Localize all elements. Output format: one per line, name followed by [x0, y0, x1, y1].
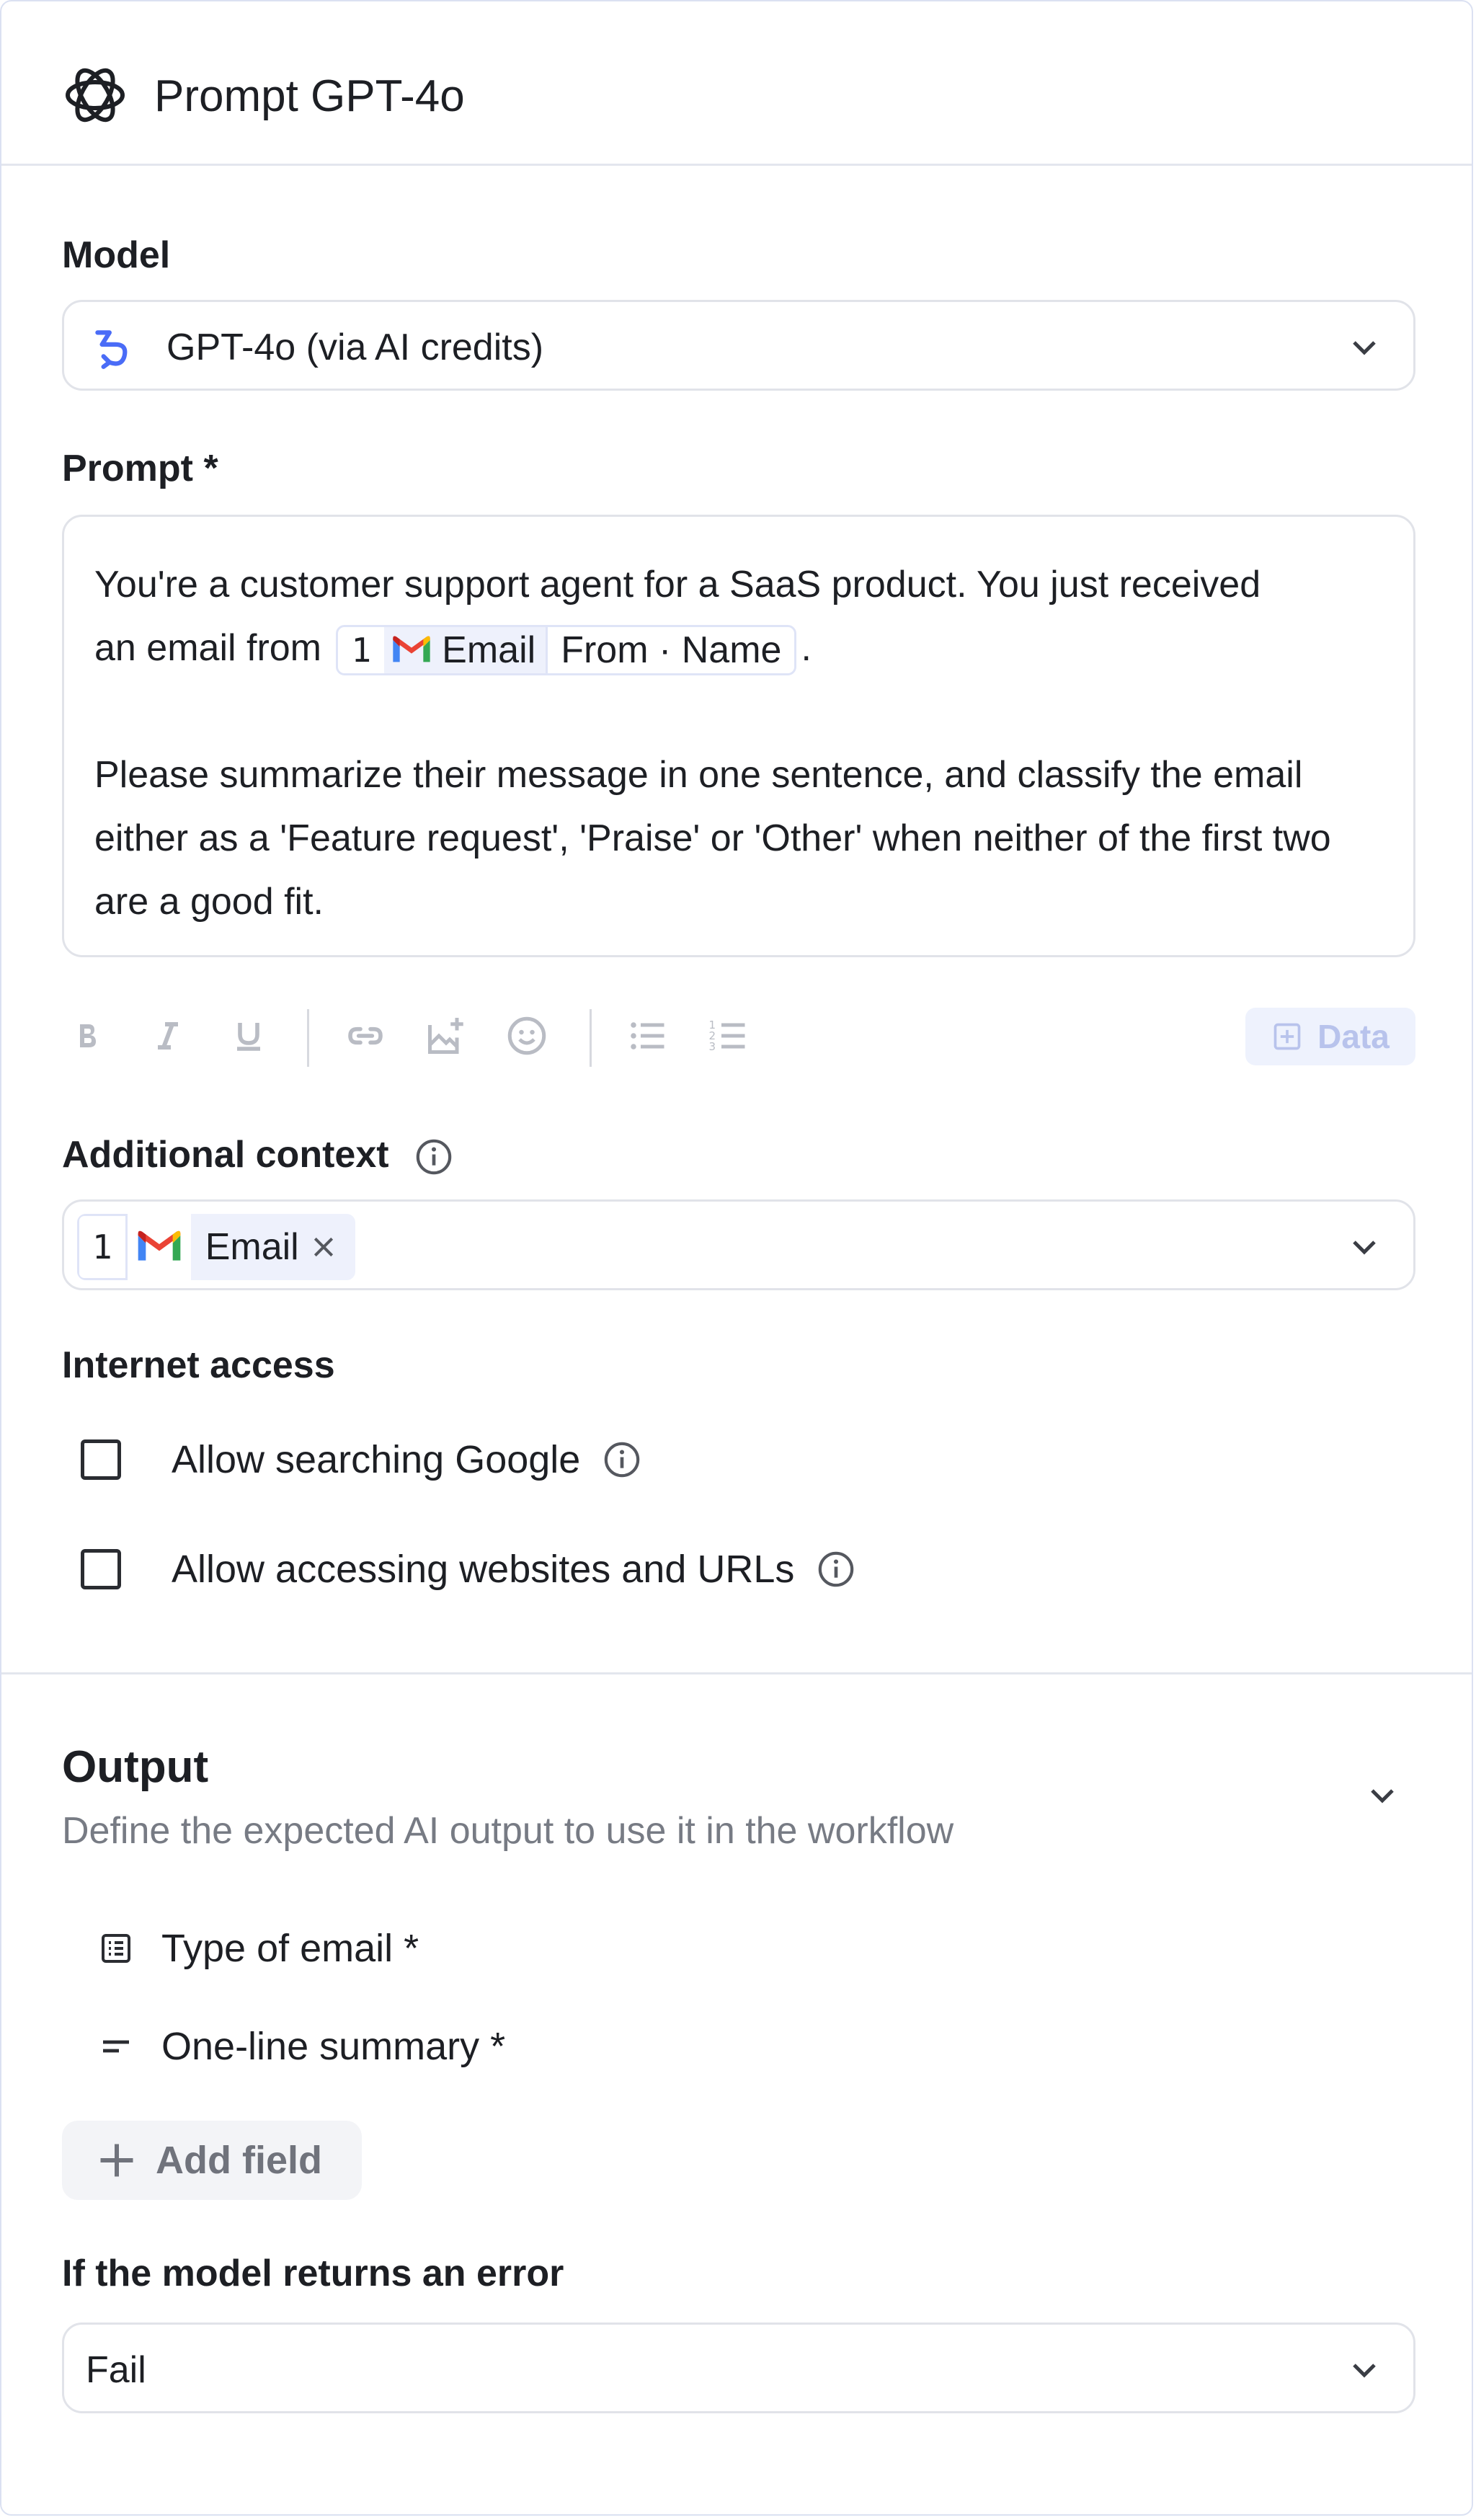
additional-context-text: Additional context: [62, 1134, 389, 1176]
add-field-button[interactable]: Add field: [62, 2121, 362, 2200]
prompt-line-2: an email from: [94, 627, 321, 669]
output-field-row[interactable]: One-line summary *: [98, 2021, 505, 2072]
italic-icon[interactable]: [143, 1011, 193, 1061]
section-divider: [1, 1672, 1472, 1674]
model-select[interactable]: GPT-4o (via AI credits): [62, 300, 1415, 391]
bold-icon[interactable]: [62, 1011, 112, 1061]
close-icon[interactable]: [309, 1233, 338, 1261]
plus-icon: [100, 2144, 133, 2177]
model-provider-icon: [95, 330, 128, 369]
prompt-text[interactable]: You're a customer support agent for a Sa…: [94, 553, 1392, 933]
info-icon[interactable]: [414, 1137, 454, 1177]
output-field-row[interactable]: Type of email *: [98, 1923, 419, 1974]
link-icon[interactable]: [340, 1011, 391, 1061]
prompt-label: Prompt *: [62, 448, 218, 489]
chip-app: Email: [205, 1226, 299, 1268]
chevron-down-icon: [1353, 1241, 1376, 1255]
toolbar-divider: [307, 1009, 309, 1067]
variable-chip[interactable]: 1 Email From · Name: [336, 625, 797, 676]
additional-context-label: Additional context: [62, 1133, 454, 1177]
numbered-list-icon[interactable]: 123: [703, 1011, 754, 1061]
underline-icon[interactable]: [223, 1011, 274, 1061]
google-search-option[interactable]: Allow searching Google: [81, 1434, 642, 1485]
toolbar-divider: [590, 1009, 592, 1067]
output-subtitle: Define the expected AI output to use it …: [62, 1810, 954, 1852]
output-title: Output: [62, 1742, 209, 1792]
website-access-checkbox[interactable]: [81, 1549, 121, 1589]
add-field-label: Add field: [156, 2139, 322, 2182]
chip-app: Email: [442, 629, 536, 672]
info-icon[interactable]: [816, 1549, 856, 1589]
context-chip[interactable]: 1 Email: [77, 1214, 355, 1280]
prompt-line-1: You're a customer support agent for a Sa…: [94, 564, 1261, 605]
prompt-period: .: [801, 627, 812, 669]
prompt-paragraph-2: Please summarize their message in one se…: [94, 754, 1331, 923]
gmail-icon: [127, 1214, 191, 1280]
short-text-icon: [98, 2028, 134, 2064]
emoji-icon[interactable]: [502, 1011, 552, 1061]
model-label: Model: [62, 234, 171, 276]
svg-text:3: 3: [709, 1040, 716, 1053]
additional-context-select[interactable]: 1 Email: [62, 1199, 1415, 1290]
error-behavior-value: Fail: [86, 2349, 146, 2391]
output-field-label: One-line summary *: [161, 2025, 506, 2068]
bullet-list-icon[interactable]: [623, 1011, 673, 1061]
chevron-down-icon: [1353, 2364, 1376, 2378]
list-box-icon: [98, 1930, 134, 1966]
chip-step: 1: [77, 1214, 128, 1280]
error-label: If the model returns an error: [62, 2253, 564, 2294]
model-value: GPT-4o (via AI credits): [166, 327, 544, 368]
website-access-option[interactable]: Allow accessing websites and URLs: [81, 1544, 856, 1594]
panel-header: Prompt GPT-4o: [1, 1, 1472, 166]
google-search-checkbox[interactable]: [81, 1439, 121, 1480]
website-access-label: Allow accessing websites and URLs: [172, 1548, 795, 1591]
output-field-label: Type of email *: [161, 1927, 419, 1970]
data-button-label: Data: [1317, 1018, 1390, 1055]
chevron-down-icon[interactable]: [1365, 1778, 1400, 1812]
insert-data-button[interactable]: Data: [1245, 1008, 1415, 1065]
format-toolbar: 123 Data: [62, 1003, 1415, 1068]
plus-box-icon: [1273, 1023, 1301, 1050]
google-search-label: Allow searching Google: [172, 1438, 581, 1481]
image-add-icon[interactable]: [421, 1011, 471, 1061]
prompt-editor[interactable]: You're a customer support agent for a Sa…: [62, 515, 1415, 957]
panel-title: Prompt GPT-4o: [154, 71, 465, 121]
chip-field: From · Name: [546, 627, 795, 674]
chevron-down-icon: [1353, 341, 1376, 355]
chip-step: 1: [338, 627, 385, 674]
gmail-icon: [384, 635, 439, 665]
info-icon[interactable]: [602, 1439, 642, 1480]
error-behavior-select[interactable]: Fail: [62, 2322, 1415, 2413]
prompt-gpt-panel: Prompt GPT-4o Model GPT-4o (via AI credi…: [0, 0, 1473, 2516]
openai-logo-icon: [66, 68, 125, 123]
internet-access-label: Internet access: [62, 1344, 335, 1386]
